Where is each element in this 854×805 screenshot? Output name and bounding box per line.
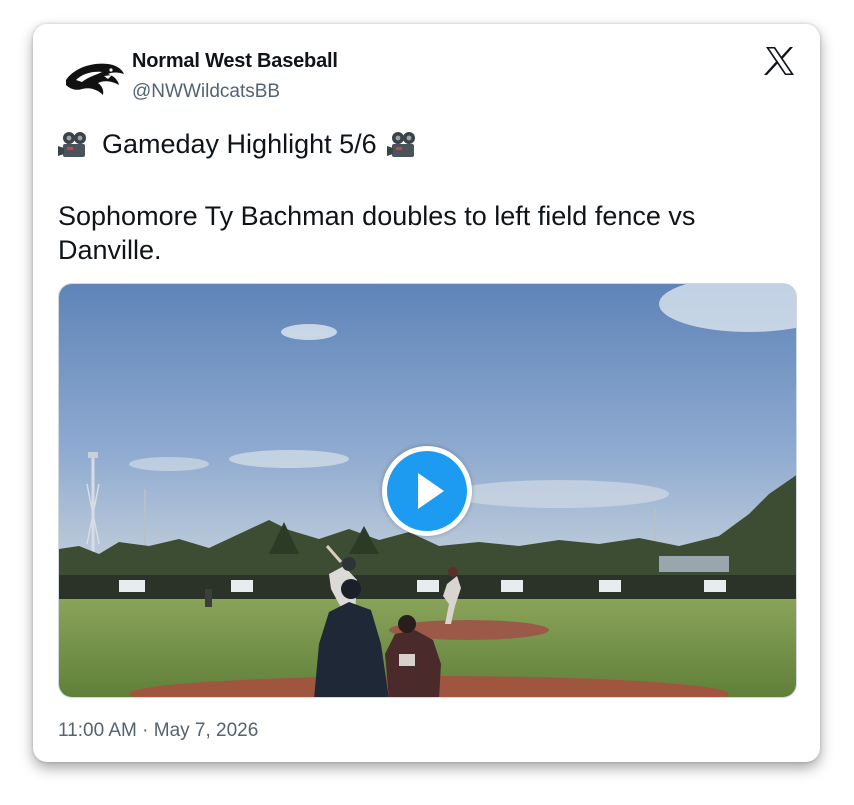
author-display-name[interactable]: Normal West Baseball	[132, 50, 338, 73]
tweet-headline-text: Gameday Highlight 5/6	[102, 129, 377, 159]
play-icon	[418, 473, 444, 509]
wildcat-logo-icon[interactable]	[64, 58, 126, 98]
x-logo-icon[interactable]	[764, 46, 796, 76]
tweet-timestamp[interactable]: 11:00 AM · May 7, 2026	[58, 720, 258, 742]
video-thumbnail[interactable]	[58, 283, 797, 698]
tweet-card: Normal West Baseball @NWWildcatsBB Gamed…	[33, 24, 820, 762]
play-button[interactable]	[382, 446, 472, 536]
tweet-headline: Gameday Highlight 5/6	[58, 129, 421, 160]
movie-camera-icon	[386, 131, 415, 157]
tweet-body: Sophomore Ty Bachman doubles to left fie…	[58, 201, 696, 265]
author-handle[interactable]: @NWWildcatsBB	[132, 81, 280, 103]
movie-camera-icon	[58, 131, 86, 157]
